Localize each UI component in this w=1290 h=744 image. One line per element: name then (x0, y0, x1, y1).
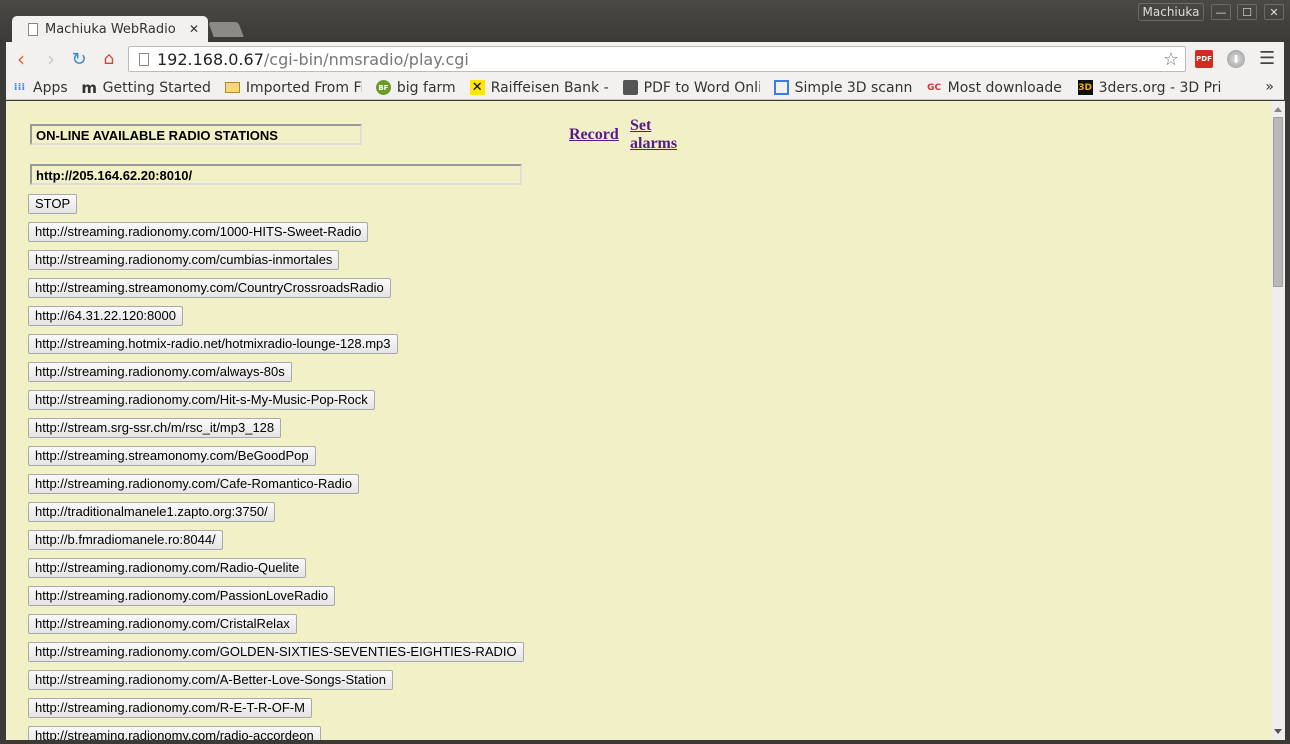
window-layout-icon (773, 80, 789, 95)
reload-button[interactable]: ↻ (68, 48, 90, 70)
home-button[interactable]: ⌂ (98, 48, 120, 70)
station-button[interactable]: http://streaming.radionomy.com/1000-HITS… (28, 222, 369, 242)
bigfarm-icon: BF (375, 80, 391, 95)
station-button[interactable]: http://streaming.radionomy.com/CristalRe… (28, 614, 297, 634)
address-bar[interactable]: 192.168.0.67 /cgi-bin/nmsradio/play.cgi … (128, 46, 1186, 72)
close-window-button[interactable]: ✕ (1264, 4, 1284, 20)
station-button[interactable]: http://streaming.radionomy.com/always-80… (28, 362, 292, 382)
bookmark-getting-started[interactable]: m Getting Started (81, 78, 211, 97)
browser-window: Machiuka WebRadio ✕ Machiuka — ☐ ✕ ‹ › ↻… (0, 0, 1290, 744)
page-content: ON-LINE AVAILABLE RADIO STATIONS Record … (6, 101, 1271, 740)
tab-strip: Machiuka WebRadio ✕ Machiuka — ☐ ✕ (0, 0, 1290, 42)
profile-button[interactable]: Machiuka (1138, 3, 1204, 21)
station-button[interactable]: http://streaming.radionomy.com/Radio-Que… (28, 558, 307, 578)
page-icon (28, 22, 38, 36)
current-station-field: http://205.164.62.20:8010/ (30, 164, 522, 185)
stop-button[interactable]: STOP (28, 194, 78, 214)
bookmark-raiffeisen[interactable]: ✕ Raiffeisen Bank - (469, 80, 609, 96)
bookmark-star-icon[interactable]: ☆ (1163, 49, 1179, 70)
bookmark-pdf-to-word[interactable]: PDF to Word Onli (622, 80, 760, 96)
tab-title: Machiuka WebRadio (45, 21, 176, 37)
bookmark-big-farm[interactable]: BF big farm (375, 80, 456, 96)
bookmark-apps[interactable]: ⁞⁞⁞ Apps (12, 80, 68, 96)
back-button[interactable]: ‹ (10, 47, 32, 71)
apps-grid-icon: ⁞⁞⁞ (13, 82, 26, 93)
url-path: /cgi-bin/nmsradio/play.cgi (263, 49, 469, 69)
station-button[interactable]: http://streaming.radionomy.com/Cafe-Roma… (28, 474, 359, 494)
bookmark-most-downloaded[interactable]: GC Most downloade (927, 80, 1064, 96)
station-button[interactable]: http://streaming.streamonomy.com/BeGoodP… (28, 446, 316, 466)
station-button[interactable]: http://streaming.radionomy.com/radio-acc… (28, 726, 321, 740)
3d-logo-icon: 3D (1077, 80, 1093, 95)
vertical-scrollbar[interactable] (1271, 101, 1285, 740)
tab-close-icon[interactable]: ✕ (189, 22, 199, 36)
record-link[interactable]: Record (569, 126, 619, 144)
set-alarms-link[interactable]: Set alarms (630, 117, 677, 153)
folder-icon (224, 82, 240, 93)
bookmark-3ders[interactable]: 3D 3ders.org - 3D Pri (1077, 80, 1229, 96)
station-button[interactable]: http://b.fmradiomanele.ro:8044/ (28, 530, 223, 550)
set-alarms-line2: alarms (630, 135, 678, 152)
bookmarks-bar: ⁞⁞⁞ Apps m Getting Started Imported From… (6, 76, 1284, 100)
page-info-icon (139, 52, 149, 66)
station-button[interactable]: http://streaming.radionomy.com/PassionLo… (28, 586, 336, 606)
station-button[interactable]: http://traditionalmanele1.zapto.org:3750… (28, 502, 275, 522)
maximize-button[interactable]: ☐ (1237, 4, 1257, 20)
url-host: 192.168.0.67 (157, 49, 264, 69)
m-logo-icon: m (81, 78, 97, 97)
station-button[interactable]: http://streaming.radionomy.com/GOLDEN-SI… (28, 642, 524, 662)
station-button[interactable]: http://streaming.streamonomy.com/Country… (28, 278, 391, 298)
station-button[interactable]: http://streaming.radionomy.com/cumbias-i… (28, 250, 340, 270)
bookmarks-overflow-icon[interactable]: » (1265, 79, 1274, 95)
station-list: STOP http://streaming.radionomy.com/1000… (28, 194, 524, 740)
pdf-converter-icon (622, 80, 638, 95)
new-tab-button[interactable] (208, 22, 244, 37)
station-button[interactable]: http://64.31.22.120:8000 (28, 306, 183, 326)
raiffeisen-icon: ✕ (469, 80, 485, 95)
scrollbar-thumb[interactable] (1273, 117, 1283, 287)
pdf-extension-icon[interactable]: PDF (1195, 50, 1213, 68)
toolbar: ‹ › ↻ ⌂ 192.168.0.67 /cgi-bin/nmsradio/p… (6, 42, 1284, 76)
scroll-down-arrow-icon[interactable] (1274, 729, 1282, 734)
set-alarms-line1: Set (630, 117, 652, 134)
station-button[interactable]: http://streaming.hotmix-radio.net/hotmix… (28, 334, 398, 354)
minimize-button[interactable]: — (1211, 4, 1231, 20)
station-button[interactable]: http://streaming.radionomy.com/R-E-T-R-O… (28, 698, 312, 718)
gc-logo-icon: GC (927, 82, 942, 93)
bookmark-simple-3d[interactable]: Simple 3D scanne (773, 80, 913, 96)
bookmark-imported[interactable]: Imported From Fi (224, 80, 362, 96)
station-button[interactable]: http://streaming.radionomy.com/A-Better-… (28, 670, 393, 690)
download-extension-icon[interactable]: ⬇ (1227, 50, 1245, 68)
forward-button[interactable]: › (40, 47, 62, 71)
menu-icon[interactable]: ☰ (1259, 48, 1275, 69)
tab-active[interactable]: Machiuka WebRadio ✕ (12, 16, 208, 42)
scroll-up-arrow-icon[interactable] (1274, 107, 1282, 112)
page-heading: ON-LINE AVAILABLE RADIO STATIONS (30, 124, 362, 145)
station-button[interactable]: http://stream.srg-ssr.ch/m/rsc_it/mp3_12… (28, 418, 282, 438)
station-button[interactable]: http://streaming.radionomy.com/Hit-s-My-… (28, 390, 375, 410)
